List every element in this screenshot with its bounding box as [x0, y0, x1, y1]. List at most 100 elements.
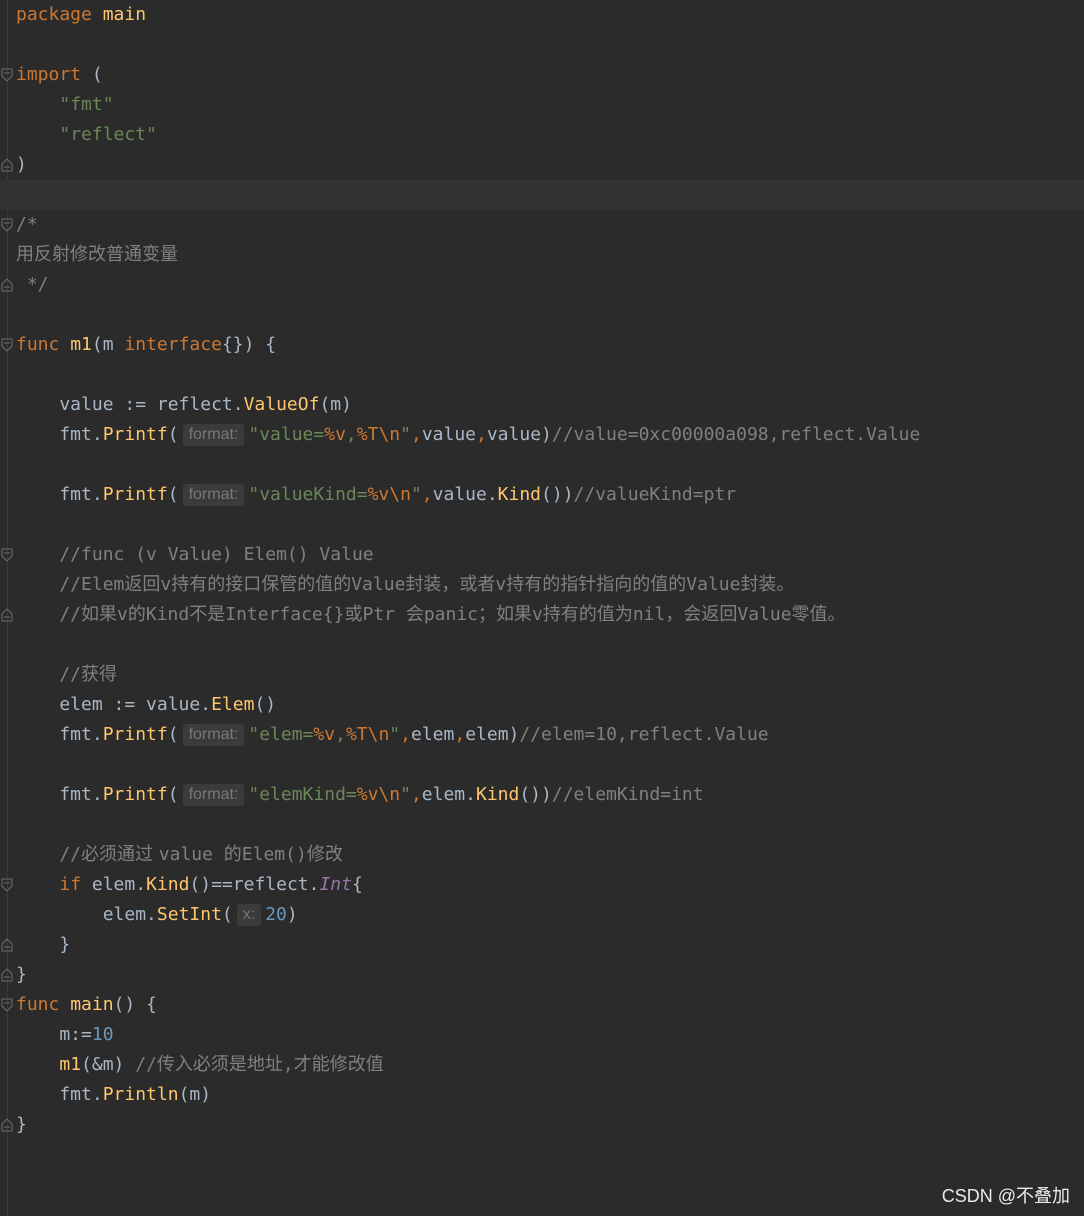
code-token: %v [313, 724, 336, 745]
code-token: } [16, 934, 71, 955]
code-line-text: m:=10 [16, 1020, 113, 1050]
code-line[interactable] [0, 300, 1084, 330]
code-line[interactable]: } [0, 930, 1084, 960]
code-token: fmt. [16, 424, 103, 445]
code-line[interactable]: */ [0, 270, 1084, 300]
fold-open-icon[interactable] [1, 68, 13, 82]
fold-open-icon[interactable] [1, 218, 13, 232]
code-line[interactable]: //func (v Value) Elem() Value [0, 540, 1084, 570]
code-line[interactable] [0, 360, 1084, 390]
code-line[interactable]: fmt.Printf(format: "valueKind=%v\n",value… [0, 480, 1084, 510]
code-editor[interactable]: package main import ( "fmt" "reflect") /* 用… [0, 0, 1084, 1216]
code-token: Elem [211, 694, 255, 715]
code-token: main [102, 4, 147, 25]
code-token: } [16, 964, 27, 985]
code-token: //valueKind=ptr [573, 484, 737, 505]
code-token: " [410, 484, 422, 505]
code-line[interactable]: package main [0, 0, 1084, 30]
code-token: m1 [59, 1054, 82, 1075]
code-token: , [410, 784, 422, 805]
code-line[interactable]: elem.SetInt(x: 20) [0, 900, 1084, 930]
code-line[interactable]: value := reflect.ValueOf(m) [0, 390, 1084, 420]
code-token: , [282, 1054, 294, 1075]
code-line[interactable]: ) [0, 150, 1084, 180]
code-line[interactable] [0, 750, 1084, 780]
code-token: SetInt [156, 904, 222, 925]
code-line[interactable]: "fmt" [0, 90, 1084, 120]
code-line[interactable]: if elem.Kind()==reflect.Int{ [0, 870, 1084, 900]
fold-open-icon[interactable] [1, 878, 13, 892]
code-token: 传入必须是地址 [156, 1054, 283, 1075]
code-line[interactable] [0, 810, 1084, 840]
code-line[interactable]: } [0, 960, 1084, 990]
code-line[interactable]: //如果v的Kind不是Interface{}或Ptr 会panic；如果v持有… [0, 600, 1084, 630]
code-line[interactable] [0, 180, 1084, 210]
code-token: ( [167, 424, 179, 445]
code-token: Printf [102, 484, 168, 505]
code-token: 获得 [81, 664, 118, 685]
fold-close-icon[interactable] [1, 278, 13, 292]
code-token: , [421, 484, 433, 505]
code-token: //value=0xc00000a098,reflect.Value [551, 424, 921, 445]
code-line[interactable]: //必须通过 value 的Elem()修改 [0, 840, 1084, 870]
fold-open-icon[interactable] [1, 998, 13, 1012]
code-token: "elem= [248, 724, 314, 745]
code-line[interactable]: //Elem返回v持有的接口保管的值的Value封装，或者v持有的指针指向的值的… [0, 570, 1084, 600]
code-token: /* [16, 214, 38, 235]
code-line-text: //func (v Value) Elem() Value [16, 540, 374, 570]
code-line[interactable]: fmt.Printf(format: "value=%v,%T\n",value,… [0, 420, 1084, 450]
code-line[interactable] [0, 30, 1084, 60]
code-token: (m) [319, 394, 352, 415]
code-token: 封装，或者 [405, 574, 496, 595]
code-line[interactable]: import ( [0, 60, 1084, 90]
code-token: elem := value. [16, 694, 212, 715]
fold-open-icon[interactable] [1, 338, 13, 352]
code-line[interactable]: fmt.Println(m) [0, 1080, 1084, 1110]
code-token: 的 [127, 604, 146, 625]
code-token: // [135, 1054, 157, 1075]
code-token: //Elem [16, 574, 125, 595]
fold-close-icon[interactable] [1, 938, 13, 952]
fold-close-icon[interactable] [1, 968, 13, 982]
code-token: Elem() [241, 844, 307, 865]
code-line[interactable] [0, 450, 1084, 480]
code-line[interactable] [0, 510, 1084, 540]
code-line[interactable] [0, 630, 1084, 660]
code-line[interactable]: } [0, 1110, 1084, 1140]
code-token: { [351, 874, 363, 895]
code-line[interactable]: elem := value.Elem() [0, 690, 1084, 720]
code-token: " [389, 724, 401, 745]
code-line-text: value := reflect.ValueOf(m) [16, 390, 352, 420]
code-line[interactable]: "reflect" [0, 120, 1084, 150]
code-token: 如果 [81, 604, 118, 625]
code-token: nil [632, 604, 666, 625]
fold-close-icon[interactable] [1, 608, 13, 622]
code-token: ()) [519, 784, 552, 805]
code-token: // [16, 664, 82, 685]
code-line[interactable]: 用反射修改普通变量 [0, 240, 1084, 270]
code-token: Kind [497, 484, 542, 505]
code-line-text: //必须通过 value 的Elem()修改 [16, 840, 342, 870]
code-token: fmt. [16, 784, 103, 805]
fold-close-icon[interactable] [1, 1118, 13, 1132]
code-line[interactable]: func main() { [0, 990, 1084, 1020]
code-token: //func (v Value) Elem() Value [16, 544, 374, 565]
code-line-text: 用反射修改普通变量 [16, 240, 178, 270]
code-token: "fmt" [59, 94, 114, 115]
code-token: ()==reflect. [189, 874, 320, 895]
code-token: elem) [465, 724, 520, 745]
code-line[interactable]: fmt.Printf(format: "elemKind=%v\n",elem.K… [0, 780, 1084, 810]
code-token: 才能修改值 [293, 1054, 384, 1075]
code-line[interactable]: m1(&m) //传入必须是地址,才能修改值 [0, 1050, 1084, 1080]
code-line[interactable]: //获得 [0, 660, 1084, 690]
fold-close-icon[interactable] [1, 158, 13, 172]
code-line[interactable]: m:=10 [0, 1020, 1084, 1050]
code-line[interactable]: fmt.Printf(format: "elem=%v,%T\n",elem,el… [0, 720, 1084, 750]
code-token: Kind [146, 874, 190, 895]
code-line[interactable]: func m1(m interface{}) { [0, 330, 1084, 360]
fold-open-icon[interactable] [1, 548, 13, 562]
code-token: value [421, 424, 476, 445]
code-line[interactable]: /* [0, 210, 1084, 240]
code-token: Interface{} [225, 604, 345, 625]
